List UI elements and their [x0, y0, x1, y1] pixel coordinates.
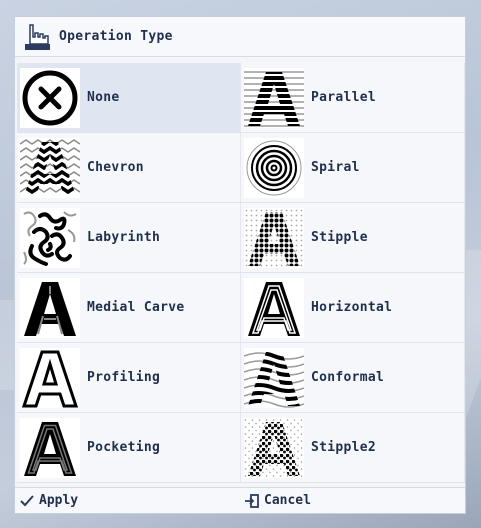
medial-carve-icon	[20, 277, 80, 338]
background-shape	[0, 300, 14, 390]
operation-label: None	[87, 90, 120, 105]
apply-button[interactable]: Apply	[15, 488, 240, 513]
checkmark-icon	[20, 494, 34, 506]
operation-label: Labyrinth	[87, 230, 161, 245]
stipple2-icon	[244, 417, 304, 478]
operation-label: Conformal	[311, 370, 385, 385]
operation-label: Spiral	[311, 160, 360, 175]
cancel-button[interactable]: Cancel	[240, 488, 465, 513]
operation-parallel[interactable]: Parallel	[241, 63, 465, 133]
operation-grid: None Parallel Chevron Spiral Labyrinth S…	[17, 63, 465, 483]
operation-label: Pocketing	[87, 440, 161, 455]
pocketing-icon	[20, 417, 80, 478]
operation-profiling[interactable]: Profiling	[17, 343, 241, 413]
operation-label: Horizontal	[311, 300, 393, 315]
labyrinth-icon	[20, 207, 80, 268]
cancel-label: Cancel	[264, 493, 311, 508]
stipple-icon	[244, 207, 304, 268]
operation-label: Chevron	[87, 160, 144, 175]
profiling-icon	[20, 347, 80, 408]
dialog-header: Operation Type	[15, 17, 465, 57]
none-icon	[20, 67, 80, 128]
operation-pocketing[interactable]: Pocketing	[17, 413, 241, 483]
operation-labyrinth[interactable]: Labyrinth	[17, 203, 241, 273]
operation-label: Stipple2	[311, 440, 377, 455]
exit-icon	[245, 493, 259, 508]
operation-type-dialog: Operation Type None Parallel Chevron Spi…	[14, 16, 466, 514]
operation-label: Parallel	[311, 90, 377, 105]
chevron-icon	[20, 137, 80, 198]
operation-horizontal[interactable]: Horizontal	[241, 273, 465, 343]
dialog-title: Operation Type	[59, 29, 173, 44]
operation-label: Profiling	[87, 370, 161, 385]
operation-stipple[interactable]: Stipple	[241, 203, 465, 273]
operation-none[interactable]: None	[17, 63, 241, 133]
apply-label: Apply	[39, 493, 79, 508]
operation-stipple2[interactable]: Stipple2	[241, 413, 465, 483]
operation-label: Stipple	[311, 230, 368, 245]
operation-label: Medial Carve	[87, 300, 185, 315]
hand-pointer-icon	[25, 23, 50, 50]
spiral-icon	[244, 137, 304, 198]
operation-conformal[interactable]: Conformal	[241, 343, 465, 413]
parallel-icon	[244, 67, 304, 128]
operation-spiral[interactable]: Spiral	[241, 133, 465, 203]
dialog-footer: Apply Cancel	[15, 487, 465, 513]
conformal-icon	[244, 347, 304, 408]
operation-medial-carve[interactable]: Medial Carve	[17, 273, 241, 343]
operation-chevron[interactable]: Chevron	[17, 133, 241, 203]
horizontal-icon	[244, 277, 304, 338]
